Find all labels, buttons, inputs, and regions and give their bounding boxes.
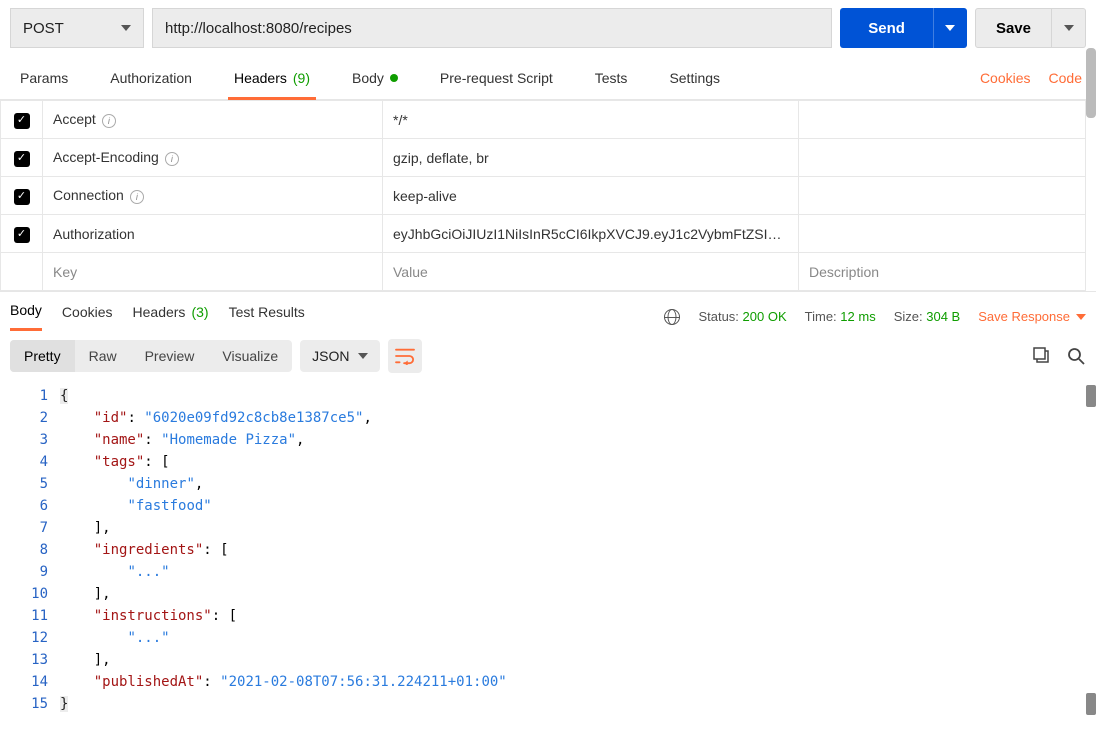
resp-tab-cookies[interactable]: Cookies xyxy=(62,304,113,330)
header-desc[interactable] xyxy=(799,215,1086,253)
wrap-lines-button[interactable] xyxy=(388,339,422,373)
tab-label: Headers xyxy=(234,70,287,86)
header-row[interactable]: ✓ Accept-Encodingigzip, deflate, br xyxy=(1,139,1086,177)
tab-tests[interactable]: Tests xyxy=(589,56,634,99)
info-icon: i xyxy=(102,114,116,128)
chevron-down-icon xyxy=(121,25,131,31)
info-icon: i xyxy=(130,190,144,204)
search-button[interactable] xyxy=(1066,346,1086,366)
checkbox-icon[interactable]: ✓ xyxy=(14,189,30,205)
header-key[interactable]: Authorization xyxy=(43,215,383,253)
chevron-down-icon xyxy=(358,353,368,359)
header-key[interactable]: Accept-Encodingi xyxy=(43,139,383,177)
response-body: 123456789101112131415 { "id": "6020e09fd… xyxy=(0,381,1096,725)
size-group: Size: 304 B xyxy=(894,309,961,324)
header-row[interactable]: ✓ AuthorizationeyJhbGciOiJIUzI1NiIsInR5cC… xyxy=(1,215,1086,253)
header-row[interactable]: ✓ Connectionikeep-alive xyxy=(1,177,1086,215)
save-response-button[interactable]: Save Response xyxy=(978,309,1086,324)
tab-settings[interactable]: Settings xyxy=(663,56,726,99)
method-value: POST xyxy=(23,20,64,37)
view-mode-group: Pretty Raw Preview Visualize xyxy=(10,340,292,372)
send-dropdown[interactable] xyxy=(933,8,967,48)
resp-tab-body[interactable]: Body xyxy=(10,302,42,331)
tab-prerequest[interactable]: Pre-request Script xyxy=(434,56,559,99)
key-placeholder[interactable]: Key xyxy=(43,253,383,291)
header-value[interactable]: keep-alive xyxy=(383,177,799,215)
save-dropdown[interactable] xyxy=(1052,8,1086,48)
checkbox-icon[interactable]: ✓ xyxy=(14,227,30,243)
code-link[interactable]: Code xyxy=(1049,70,1082,86)
tab-headers[interactable]: Headers (9) xyxy=(228,57,316,100)
globe-icon[interactable] xyxy=(664,309,680,325)
header-desc[interactable] xyxy=(799,101,1086,139)
headers-table: ✓ Accepti*/* ✓ Accept-Encodingigzip, deflat… xyxy=(0,100,1086,291)
request-tabs: Params Authorization Headers (9) Body Pr… xyxy=(0,56,1096,100)
chevron-down-icon xyxy=(945,25,955,31)
info-icon: i xyxy=(165,152,179,166)
response-view-toolbar: Pretty Raw Preview Visualize JSON xyxy=(0,331,1096,381)
chevron-down-icon xyxy=(1076,314,1086,320)
tab-label: Body xyxy=(352,70,384,86)
chevron-down-icon xyxy=(1064,25,1074,31)
tab-label: Headers xyxy=(133,304,186,320)
window-scrollbar[interactable] xyxy=(1086,48,1096,118)
line-gutter: 123456789101112131415 xyxy=(0,385,60,715)
scroll-indicator xyxy=(1086,693,1096,715)
checkbox-icon[interactable]: ✓ xyxy=(14,151,30,167)
value-placeholder[interactable]: Value xyxy=(383,253,799,291)
resp-tab-tests[interactable]: Test Results xyxy=(229,304,305,330)
view-visualize[interactable]: Visualize xyxy=(208,340,292,372)
url-input[interactable] xyxy=(152,8,832,48)
header-key[interactable]: Accepti xyxy=(43,101,383,139)
save-button-group: Save xyxy=(975,8,1086,48)
status-group: Status: 200 OK xyxy=(698,309,786,324)
header-key[interactable]: Connectioni xyxy=(43,177,383,215)
body-indicator-icon xyxy=(390,74,398,82)
header-desc[interactable] xyxy=(799,139,1086,177)
view-raw[interactable]: Raw xyxy=(75,340,131,372)
method-select[interactable]: POST xyxy=(10,8,144,48)
desc-placeholder[interactable]: Description xyxy=(799,253,1086,291)
wrap-icon xyxy=(394,347,416,365)
tab-params[interactable]: Params xyxy=(14,56,74,99)
send-button-group: Send xyxy=(840,8,967,48)
headers-count: (9) xyxy=(293,70,310,86)
header-row-new[interactable]: KeyValueDescription xyxy=(1,253,1086,291)
response-tabs: Body Cookies Headers (3) Test Results St… xyxy=(0,291,1096,331)
checkbox-icon[interactable]: ✓ xyxy=(14,113,30,129)
code-content[interactable]: { "id": "6020e09fd92c8cb8e1387ce5", "nam… xyxy=(60,385,507,715)
scroll-indicator xyxy=(1086,385,1096,407)
time-group: Time: 12 ms xyxy=(805,309,876,324)
header-value[interactable]: gzip, deflate, br xyxy=(383,139,799,177)
format-value: JSON xyxy=(312,348,349,364)
header-row[interactable]: ✓ Accepti*/* xyxy=(1,101,1086,139)
header-desc[interactable] xyxy=(799,177,1086,215)
search-icon xyxy=(1067,347,1085,365)
header-value[interactable]: */* xyxy=(383,101,799,139)
format-select[interactable]: JSON xyxy=(300,340,379,372)
header-value[interactable]: eyJhbGciOiJIUzI1NiIsInR5cCI6IkpXVCJ9.eyJ… xyxy=(383,215,799,253)
copy-icon xyxy=(1033,347,1051,365)
view-pretty[interactable]: Pretty xyxy=(10,340,75,372)
resp-tab-headers[interactable]: Headers (3) xyxy=(133,304,209,330)
copy-button[interactable] xyxy=(1032,346,1052,366)
view-preview[interactable]: Preview xyxy=(131,340,209,372)
resp-headers-count: (3) xyxy=(191,304,208,320)
cookies-link[interactable]: Cookies xyxy=(980,70,1031,86)
tab-authorization[interactable]: Authorization xyxy=(104,56,198,99)
request-bar: POST Send Save xyxy=(0,0,1096,56)
save-button[interactable]: Save xyxy=(975,8,1052,48)
tab-body[interactable]: Body xyxy=(346,56,404,99)
send-button[interactable]: Send xyxy=(840,8,933,48)
